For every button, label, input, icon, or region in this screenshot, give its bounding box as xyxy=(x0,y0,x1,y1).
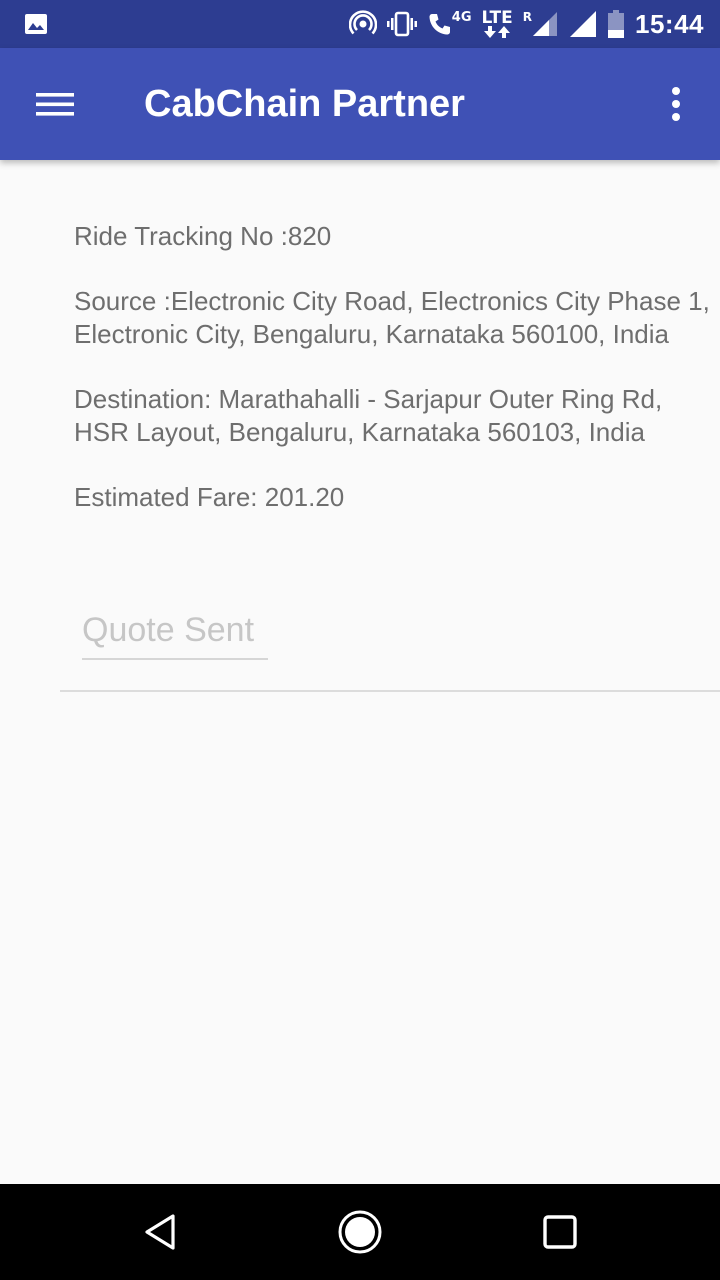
estimated-fare: Estimated Fare: 201.20 xyxy=(74,482,345,512)
lte-data-icon: LTE xyxy=(482,10,513,38)
app-bar: CabChain Partner xyxy=(0,48,720,160)
more-vert-icon xyxy=(670,86,682,122)
signal-roaming: R xyxy=(523,10,559,38)
divider xyxy=(60,690,720,692)
ride-details: Ride Tracking No :820 Source :Electronic… xyxy=(74,220,714,546)
vibrate-icon xyxy=(386,10,417,38)
recents-icon xyxy=(542,1214,578,1250)
network-type-label: 4G xyxy=(451,10,472,25)
hotspot-icon xyxy=(348,10,377,38)
home-button[interactable] xyxy=(336,1208,384,1256)
home-icon xyxy=(337,1209,383,1255)
ride-destination: Destination: Marathahalli - Sarjapur Out… xyxy=(74,384,663,447)
status-time: 15:44 xyxy=(635,8,704,39)
signal-icon xyxy=(533,12,557,36)
overflow-menu-button[interactable] xyxy=(652,78,700,130)
signal-icon xyxy=(569,10,597,38)
wifi-call-icon: 4G xyxy=(427,11,472,37)
back-button[interactable] xyxy=(136,1208,184,1256)
status-bar: 4G LTE R 15:44 xyxy=(0,0,720,48)
image-notification-icon xyxy=(24,12,48,36)
system-navigation-bar xyxy=(0,1184,720,1280)
ride-tracking-number: Ride Tracking No :820 xyxy=(74,221,332,251)
app-title: CabChain Partner xyxy=(144,83,465,125)
lte-label: LTE xyxy=(481,8,513,28)
roaming-label: R xyxy=(522,10,532,24)
battery-icon xyxy=(607,10,625,38)
hamburger-menu-icon xyxy=(36,90,76,118)
ride-source: Source :Electronic City Road, Electronic… xyxy=(74,286,710,349)
navigation-menu-button[interactable] xyxy=(28,80,84,128)
back-icon xyxy=(140,1212,180,1252)
quote-input[interactable]: Quote Sent xyxy=(82,606,268,660)
status-icons: 4G LTE R 15:44 xyxy=(348,0,704,48)
recents-button[interactable] xyxy=(536,1208,584,1256)
